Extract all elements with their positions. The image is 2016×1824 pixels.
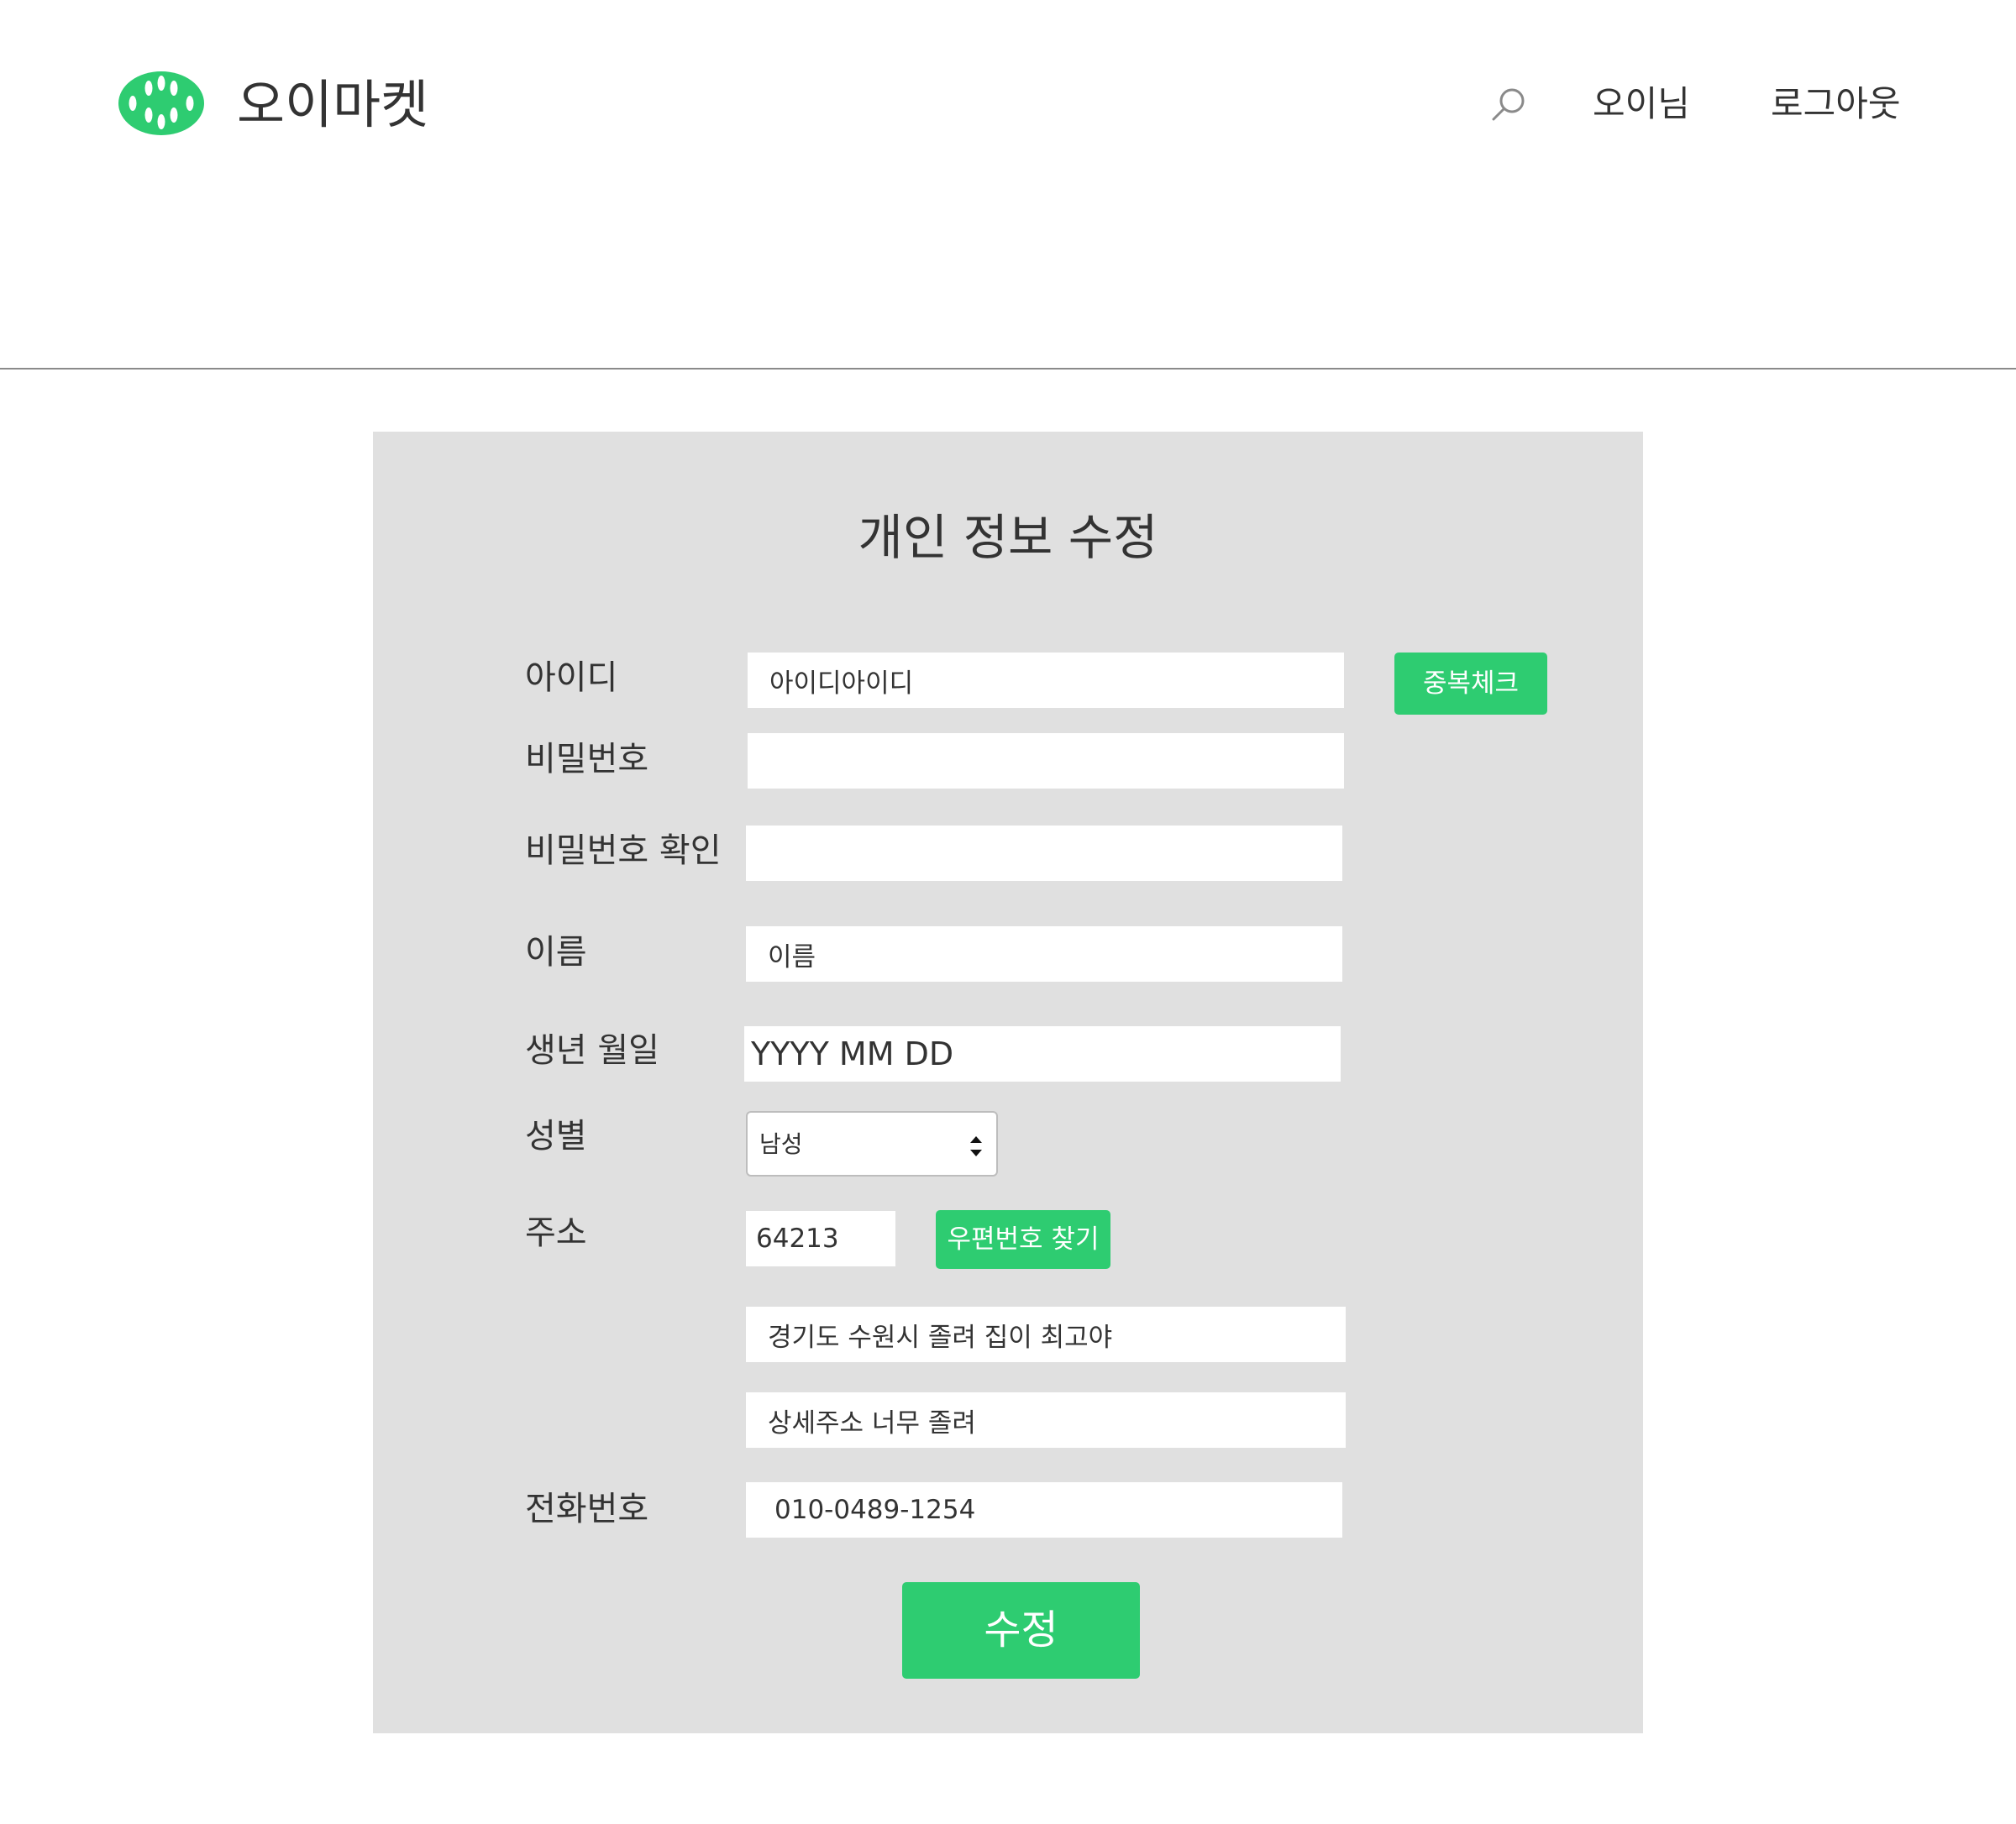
name-label: 이름 [525,933,587,972]
zipcode-input[interactable] [746,1211,895,1266]
phone-label: 전화번호 [525,1490,649,1528]
search-icon[interactable] [1488,84,1529,124]
name-input[interactable] [746,926,1342,982]
select-arrows-icon [970,1136,982,1156]
edit-profile-panel [373,432,1643,1733]
phone-input[interactable] [746,1482,1342,1538]
id-label: 아이디 [525,658,618,697]
cucumber-logo-icon[interactable] [118,71,204,136]
address-line2-input[interactable] [746,1392,1346,1448]
user-menu-link[interactable]: 오이님 [1593,81,1690,128]
site-header: 오이마켓 오이님 로그아웃 [0,0,2016,370]
password-input[interactable] [748,733,1344,789]
submit-button[interactable]: 수정 [902,1582,1140,1679]
password-confirm-label: 비밀번호 확인 [525,831,722,870]
address-label: 주소 [525,1213,587,1252]
birth-label: 생년 월일 [525,1031,659,1070]
gender-selected-value: 남성 [759,1130,803,1158]
find-zipcode-button[interactable]: 우편번호 찾기 [936,1210,1110,1269]
page-title: 개인 정보 수정 [858,509,1158,566]
gender-select[interactable]: 남성 [746,1111,998,1177]
address-line1-input[interactable] [746,1307,1346,1362]
password-confirm-input[interactable] [746,826,1342,881]
logout-link[interactable]: 로그아웃 [1771,81,1901,128]
password-label: 비밀번호 [525,740,649,778]
duplicate-check-button[interactable]: 중복체크 [1394,653,1547,715]
brand-name[interactable]: 오이마켓 [237,67,428,143]
id-input[interactable] [748,653,1344,708]
birth-input[interactable] [744,1026,1341,1082]
gender-label: 성별 [525,1117,587,1156]
